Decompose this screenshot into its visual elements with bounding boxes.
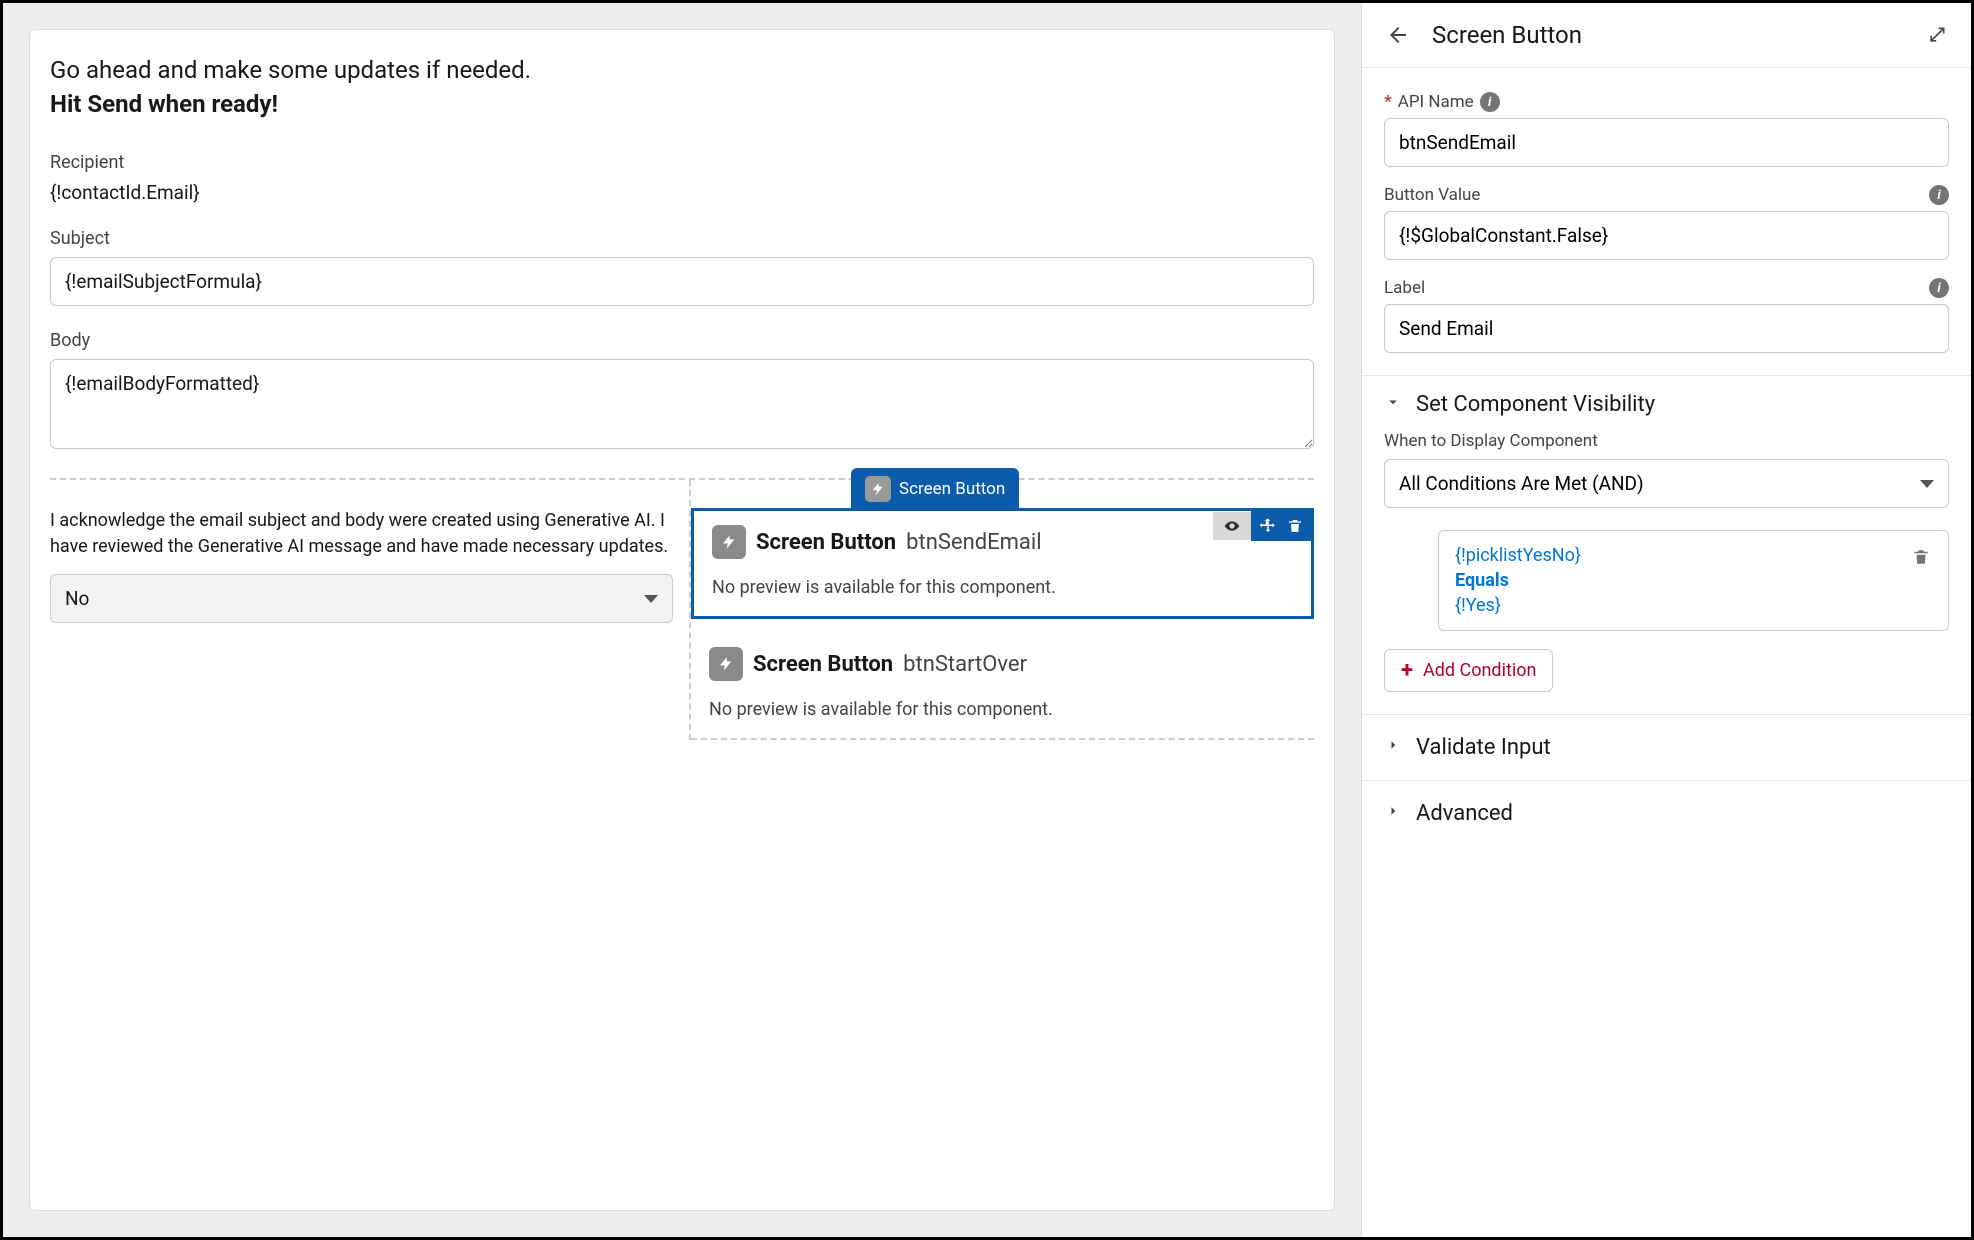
chevron-right-icon [1384, 736, 1402, 759]
recipient-block: Recipient {!contactId.Email} [50, 152, 1314, 204]
recipient-label: Recipient [50, 152, 1314, 173]
visibility-section: Set Component Visibility When to Display… [1362, 376, 1971, 715]
visibility-section-header[interactable]: Set Component Visibility [1384, 392, 1949, 431]
component-type-tag: Screen Button [851, 468, 1019, 510]
subject-input[interactable] [50, 257, 1314, 306]
sidebar-title: Screen Button [1432, 21, 1582, 49]
component-api-name: btnStartOver [903, 652, 1027, 677]
visibility-section-title: Set Component Visibility [1416, 392, 1655, 417]
button-value-label: Button Value [1384, 185, 1480, 205]
lower-columns: I acknowledge the email subject and body… [50, 478, 1314, 740]
add-condition-label: Add Condition [1423, 660, 1536, 681]
bolt-icon [709, 647, 743, 681]
when-display-value: All Conditions Are Met (AND) [1399, 472, 1644, 495]
body-textarea[interactable] [50, 359, 1314, 449]
required-star-icon: * [1384, 92, 1392, 112]
button-value-input[interactable] [1384, 211, 1949, 260]
app-root: Go ahead and make some updates if needed… [0, 0, 1974, 1240]
screen-button-start-over[interactable]: Screen Button btnStartOver No preview is… [691, 619, 1314, 740]
body-block: Body [50, 330, 1314, 454]
validate-input-section[interactable]: Validate Input [1362, 715, 1971, 781]
chevron-down-icon [1384, 393, 1402, 416]
label-input[interactable] [1384, 304, 1949, 353]
screen-button-send-email[interactable]: Screen Button btnSendEmail No preview is… [691, 508, 1314, 619]
validate-input-title: Validate Input [1416, 735, 1551, 760]
advanced-section[interactable]: Advanced [1362, 781, 1971, 846]
api-name-input[interactable] [1384, 118, 1949, 167]
delete-condition-icon[interactable] [1910, 545, 1932, 569]
condition-operator[interactable]: Equals [1455, 570, 1581, 591]
delete-icon[interactable] [1285, 515, 1305, 537]
button-column: Screen Button [691, 480, 1314, 740]
body-label: Body [50, 330, 1314, 351]
component-type-tag-label: Screen Button [899, 479, 1005, 499]
advanced-title: Advanced [1416, 801, 1513, 826]
screen-canvas: Go ahead and make some updates if needed… [29, 29, 1335, 1211]
condition-value[interactable]: {!Yes} [1455, 595, 1581, 616]
back-arrow-icon[interactable] [1384, 21, 1412, 49]
no-preview-text: No preview is available for this compone… [694, 567, 1311, 598]
move-icon[interactable] [1257, 515, 1279, 537]
property-sidebar: Screen Button * API Name i Button Value … [1361, 3, 1971, 1237]
plus-icon: + [1401, 665, 1413, 676]
sidebar-header: Screen Button [1362, 3, 1971, 68]
add-condition-button[interactable]: + Add Condition [1384, 649, 1553, 692]
bolt-icon [712, 525, 746, 559]
component-type-label: Screen Button [756, 530, 896, 555]
subject-block: Subject [50, 228, 1314, 306]
when-display-label: When to Display Component [1384, 431, 1949, 451]
subject-label: Subject [50, 228, 1314, 249]
condition-resource[interactable]: {!picklistYesNo} [1455, 545, 1581, 566]
ack-column: I acknowledge the email subject and body… [50, 480, 691, 740]
component-api-name: btnSendEmail [906, 530, 1041, 555]
visibility-toggle-icon[interactable] [1219, 516, 1245, 536]
intro-text-line1: Go ahead and make some updates if needed… [50, 56, 1314, 84]
component-toolbar [1213, 511, 1311, 541]
ack-picklist[interactable]: No [50, 574, 673, 623]
canvas-area: Go ahead and make some updates if needed… [3, 3, 1361, 1237]
api-name-label: * API Name i [1384, 92, 1500, 112]
bolt-icon [865, 476, 891, 502]
ack-picklist-value: No [65, 587, 89, 610]
chevron-down-icon [1920, 480, 1934, 488]
component-type-label: Screen Button [753, 652, 893, 677]
condition-card[interactable]: {!picklistYesNo} Equals {!Yes} [1438, 530, 1949, 631]
no-preview-text: No preview is available for this compone… [691, 689, 1314, 720]
basic-fields-section: * API Name i Button Value i Label i [1362, 68, 1971, 376]
recipient-value: {!contactId.Email} [50, 181, 1314, 204]
info-icon[interactable]: i [1929, 278, 1949, 298]
label-field-label: Label [1384, 278, 1425, 298]
chevron-down-icon [644, 595, 658, 603]
ack-text: I acknowledge the email subject and body… [50, 508, 673, 560]
intro-text-line2: Hit Send when ready! [50, 90, 1314, 118]
info-icon[interactable]: i [1480, 92, 1500, 112]
expand-icon[interactable] [1925, 23, 1949, 47]
info-icon[interactable]: i [1929, 185, 1949, 205]
chevron-right-icon [1384, 802, 1402, 825]
when-display-select[interactable]: All Conditions Are Met (AND) [1384, 459, 1949, 508]
